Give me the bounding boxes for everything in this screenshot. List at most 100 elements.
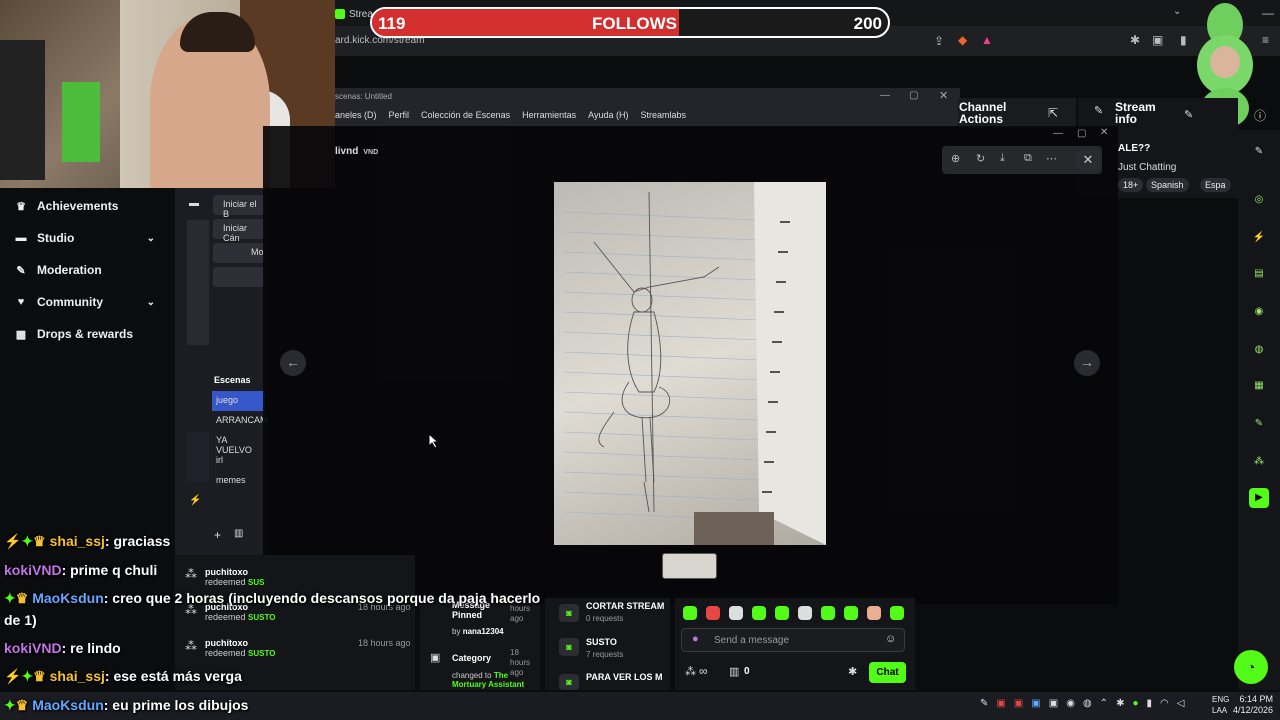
obs-menu-scene-collection[interactable]: Colección de Escenas xyxy=(421,110,510,120)
pencil-icon[interactable]: ✎ xyxy=(1249,142,1269,162)
scene-item[interactable]: YA VUELVO xyxy=(212,431,265,455)
obs-close-icon[interactable]: ✕ xyxy=(939,89,948,102)
emote-icon[interactable] xyxy=(844,606,858,620)
window-maximize-icon[interactable]: ▢ xyxy=(1077,128,1086,139)
viewer-close-button[interactable]: ✕ xyxy=(1075,147,1101,173)
rotate-icon[interactable]: ↻ xyxy=(976,152,985,165)
input-language[interactable]: ENG LAA xyxy=(1212,694,1229,716)
window-minimize-icon[interactable]: — xyxy=(1053,128,1063,139)
support-chat-button[interactable]: ◔ xyxy=(1234,650,1268,684)
layout-icon[interactable]: ▦ xyxy=(1249,376,1269,396)
obs-menu-help[interactable]: Ayuda (H) xyxy=(588,110,628,120)
nav-moderation[interactable]: ✎ Moderation xyxy=(15,263,165,277)
bluetooth-icon[interactable]: ✱ xyxy=(1116,698,1124,714)
obs-menu-panels[interactable]: aneles (D) xyxy=(335,110,377,120)
emote-icon[interactable] xyxy=(821,606,835,620)
edit-icon[interactable]: ✎ xyxy=(1184,108,1193,121)
document-icon[interactable]: ▤ xyxy=(1249,264,1269,284)
obs-settings-button[interactable] xyxy=(213,267,265,287)
volume-icon[interactable]: ◁ xyxy=(1177,698,1185,714)
app-icon[interactable]: ▣ xyxy=(1031,698,1040,714)
add-scene-icon[interactable]: + xyxy=(214,528,221,542)
target-icon[interactable]: ◎ xyxy=(1249,190,1269,210)
emote-icon[interactable] xyxy=(706,606,720,620)
lightning-icon[interactable]: ⚡ xyxy=(189,495,201,506)
pen-icon[interactable]: ✎ xyxy=(980,698,988,714)
trash-icon[interactable]: ▥ xyxy=(234,528,243,539)
sidebar-toggle-icon[interactable]: ▮ xyxy=(1180,33,1187,47)
obs-mode-button[interactable]: Mo xyxy=(213,243,265,263)
emote-icon[interactable] xyxy=(798,606,812,620)
chevron-up-icon[interactable]: ⌃ xyxy=(1100,698,1108,714)
brave-icon[interactable]: ◆ xyxy=(958,33,967,47)
share-icon[interactable]: ⇪ xyxy=(934,34,944,48)
scene-item[interactable]: ARRANCAM xyxy=(212,411,268,431)
nav-label: Achievements xyxy=(37,199,119,213)
tabs-icon[interactable]: ▣ xyxy=(1152,33,1163,47)
more-icon[interactable]: ⋯ xyxy=(1046,152,1057,165)
taskbar-clock[interactable]: 6:14 PM 4/12/2026 xyxy=(1233,694,1273,716)
chat-send-button[interactable]: Chat xyxy=(869,662,906,683)
obs-menu-tools[interactable]: Herramientas xyxy=(522,110,576,120)
nav-community[interactable]: ♥ Community ⌄ xyxy=(15,295,165,309)
wrench-icon: ✎ xyxy=(16,264,26,277)
nodes-icon[interactable]: ⁂ xyxy=(1249,452,1269,472)
app-icon[interactable]: ▣ xyxy=(1014,698,1023,714)
chat-icon[interactable]: ◉ xyxy=(1249,302,1269,322)
nodes-icon[interactable]: ⁂ xyxy=(685,665,696,678)
clock-time: 6:14 PM xyxy=(1239,694,1274,704)
emote-icon[interactable] xyxy=(775,606,789,620)
tools-icon[interactable]: ✎ xyxy=(1249,414,1269,434)
pinned-user: nana12304 xyxy=(462,627,504,636)
prev-image-button[interactable]: ← xyxy=(280,350,306,376)
extensions-icon[interactable]: ✱ xyxy=(1130,33,1140,47)
zoom-in-icon[interactable]: ⊕ xyxy=(951,152,960,165)
microphone-icon[interactable]: ▮ xyxy=(1147,698,1153,714)
download-icon[interactable]: ⤓ xyxy=(1000,152,1005,165)
extension-icon[interactable]: ▲ xyxy=(981,33,993,47)
app-icon[interactable]: ◍ xyxy=(1083,698,1092,714)
chat-message-input[interactable]: Send a message xyxy=(681,628,905,652)
clapper-icon[interactable]: ▶ xyxy=(1249,488,1269,508)
info-icon[interactable]: ⓘ xyxy=(1254,107,1266,124)
emoji-icon[interactable]: ☺ xyxy=(885,633,896,645)
app-icon[interactable]: ▣ xyxy=(1049,698,1058,714)
nav-studio[interactable]: ▬ Studio ⌄ xyxy=(15,231,165,245)
open-external-icon[interactable]: ⧉ xyxy=(1024,152,1032,165)
obs-minimize-icon[interactable]: — xyxy=(880,90,890,101)
spotify-icon[interactable]: ● xyxy=(1132,698,1138,714)
app-icon[interactable]: ◉ xyxy=(1066,698,1075,714)
emote-icon[interactable] xyxy=(752,606,766,620)
minimize-icon[interactable]: — xyxy=(1262,6,1274,20)
photo-thumbnail[interactable] xyxy=(662,553,717,579)
chat-user: MaoKsdun xyxy=(32,697,104,713)
wifi-icon[interactable]: ◠ xyxy=(1160,698,1169,714)
scene-item-selected[interactable]: juego xyxy=(212,391,265,411)
obs-start-stream-button[interactable]: Iniciar el B xyxy=(213,195,265,219)
lightning-icon[interactable]: ⚡ xyxy=(1249,228,1269,248)
chat-user: MaoKsdun xyxy=(32,590,104,606)
emote-icon[interactable] xyxy=(729,606,743,620)
next-image-button[interactable]: → xyxy=(1074,350,1100,376)
obs-start-camera-button[interactable]: Iniciar Cán xyxy=(213,219,265,243)
nav-drops-rewards[interactable]: ▩ Drops & rewards xyxy=(15,327,165,341)
emote-icon[interactable] xyxy=(867,606,881,620)
obs-menu-profile[interactable]: Perfil xyxy=(389,110,410,120)
app-icon[interactable]: ▣ xyxy=(996,698,1005,714)
menu-icon[interactable]: ≡ xyxy=(1262,33,1269,47)
window-close-icon[interactable]: ✕ xyxy=(1100,127,1108,138)
obs-menu-streamlabs[interactable]: Streamlabs xyxy=(640,110,686,120)
emote-icon[interactable] xyxy=(683,606,697,620)
settings-gear-icon[interactable]: ✱ xyxy=(848,665,857,678)
broadcast-icon[interactable]: ◍ xyxy=(1249,340,1269,360)
scene-item[interactable]: irl xyxy=(212,451,265,471)
obs-maximize-icon[interactable]: ▢ xyxy=(909,90,918,101)
emote-icon[interactable] xyxy=(890,606,904,620)
feed-user: puchitoxo xyxy=(205,567,248,577)
store-icon[interactable]: ▥ xyxy=(729,665,739,678)
popout-icon[interactable]: ⇱ xyxy=(1048,106,1058,120)
microphone-icon[interactable]: ● xyxy=(692,633,699,645)
chevron-down-icon[interactable]: ⌄ xyxy=(1173,6,1181,17)
nav-achievements[interactable]: ♛ Achievements xyxy=(15,199,165,213)
scene-item[interactable]: memes xyxy=(212,471,265,491)
